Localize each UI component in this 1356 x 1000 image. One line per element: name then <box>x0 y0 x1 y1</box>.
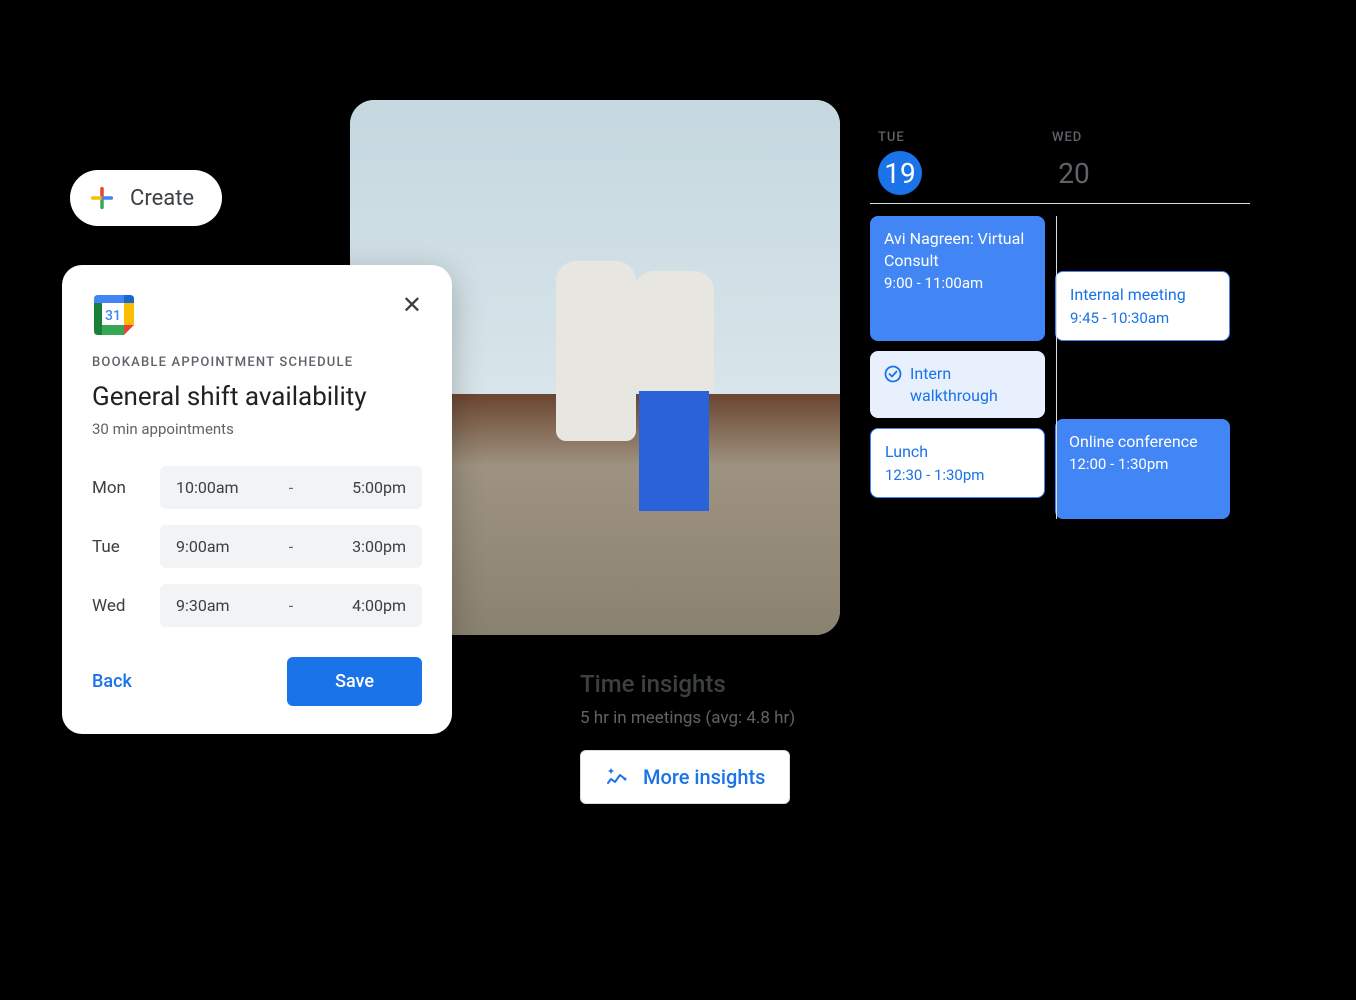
close-icon[interactable]: ✕ <box>402 293 422 317</box>
divider <box>1056 216 1057 519</box>
event-time: 12:30 - 1:30pm <box>885 465 1030 485</box>
svg-text:31: 31 <box>105 308 121 324</box>
card-duration: 30 min appointments <box>92 420 422 438</box>
insights-title: Time insights <box>580 670 795 698</box>
plus-icon <box>88 184 116 212</box>
event-title: Online conference <box>1069 431 1216 453</box>
event-time: 12:00 - 1:30pm <box>1069 454 1216 474</box>
time-end: 5:00pm <box>319 478 406 497</box>
time-range-input[interactable]: 9:30am - 4:00pm <box>160 584 422 627</box>
event-title: Intern walkthrough <box>910 363 1031 406</box>
create-label: Create <box>130 186 194 211</box>
event-time: 9:00 - 11:00am <box>884 273 1031 293</box>
time-range-input[interactable]: 9:00am - 3:00pm <box>160 525 422 568</box>
calendar-event[interactable]: Avi Nagreen: Virtual Consult 9:00 - 11:0… <box>870 216 1045 341</box>
time-start: 10:00am <box>176 478 263 497</box>
calendar-day-header[interactable]: TUE 19 <box>878 130 922 195</box>
schedule-row: Mon 10:00am - 5:00pm <box>92 466 422 509</box>
time-start: 9:00am <box>176 537 263 556</box>
calendar-event[interactable]: Intern walkthrough <box>870 351 1045 418</box>
card-title: General shift availability <box>92 382 422 412</box>
time-range-input[interactable]: 10:00am - 5:00pm <box>160 466 422 509</box>
event-title: Lunch <box>885 441 1030 463</box>
day-label: Wed <box>92 596 142 616</box>
schedule-card: 31 ✕ BOOKABLE APPOINTMENT SCHEDULE Gener… <box>62 265 452 734</box>
schedule-row: Wed 9:30am - 4:00pm <box>92 584 422 627</box>
day-abbr: WED <box>1052 130 1082 145</box>
event-time: 9:45 - 10:30am <box>1070 308 1215 328</box>
time-dash: - <box>289 478 293 497</box>
card-subtitle: BOOKABLE APPOINTMENT SCHEDULE <box>92 355 422 370</box>
check-circle-icon <box>884 365 902 389</box>
time-dash: - <box>289 596 293 615</box>
insights-panel: Time insights 5 hr in meetings (avg: 4.8… <box>580 670 795 804</box>
time-dash: - <box>289 537 293 556</box>
day-label: Tue <box>92 537 142 557</box>
divider <box>870 203 1250 204</box>
insights-icon <box>605 765 629 789</box>
calendar-logo-icon: 31 <box>92 293 134 335</box>
calendar-event[interactable]: Online conference 12:00 - 1:30pm <box>1055 419 1230 519</box>
time-end: 4:00pm <box>319 596 406 615</box>
more-insights-button[interactable]: More insights <box>580 750 790 804</box>
back-button[interactable]: Back <box>92 671 132 692</box>
event-title: Avi Nagreen: Virtual Consult <box>884 228 1031 271</box>
more-insights-label: More insights <box>643 765 765 789</box>
time-start: 9:30am <box>176 596 263 615</box>
save-button[interactable]: Save <box>287 657 422 706</box>
calendar-day-header[interactable]: WED 20 <box>1052 130 1096 195</box>
day-number: 19 <box>878 151 922 195</box>
schedule-row: Tue 9:00am - 3:00pm <box>92 525 422 568</box>
calendar-event[interactable]: Internal meeting 9:45 - 10:30am <box>1055 271 1230 341</box>
insights-subtitle: 5 hr in meetings (avg: 4.8 hr) <box>580 708 795 728</box>
day-abbr: TUE <box>878 130 905 145</box>
calendar-event[interactable]: Lunch 12:30 - 1:30pm <box>870 428 1045 498</box>
event-title: Internal meeting <box>1070 284 1215 306</box>
day-label: Mon <box>92 478 142 498</box>
time-end: 3:00pm <box>319 537 406 556</box>
create-button[interactable]: Create <box>70 170 222 226</box>
calendar-view: TUE 19 WED 20 Avi Nagreen: Virtual Consu… <box>870 130 1250 519</box>
day-number: 20 <box>1052 151 1096 195</box>
